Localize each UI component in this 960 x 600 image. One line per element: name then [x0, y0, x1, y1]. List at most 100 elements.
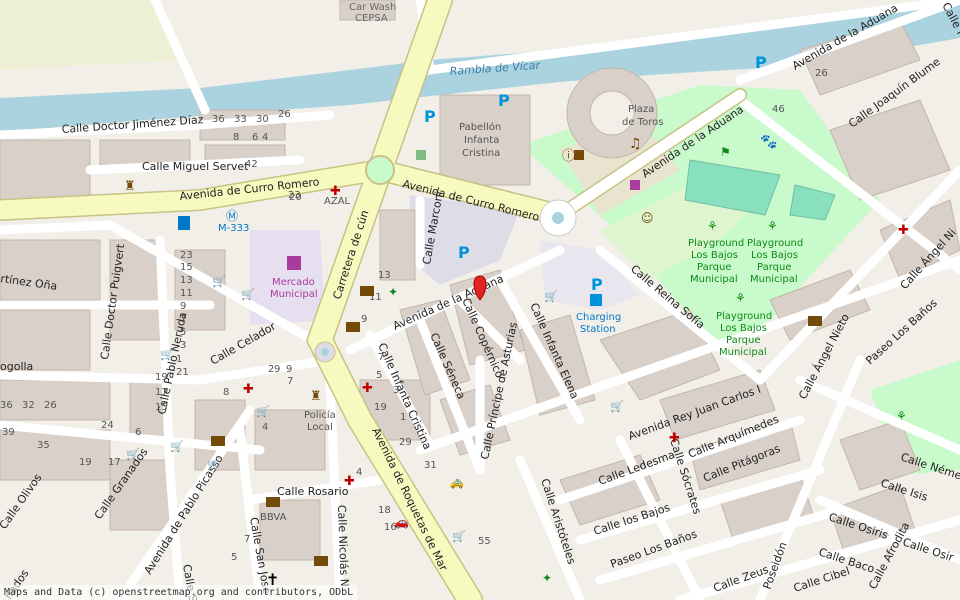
house-number: 55	[478, 536, 491, 547]
house-number: 36	[212, 114, 225, 125]
bus-stop-icon[interactable]	[178, 216, 190, 230]
parking-icon[interactable]: P	[424, 107, 436, 126]
house-number: 1	[176, 354, 182, 365]
pharmacy-icon[interactable]: ✚	[669, 431, 680, 446]
label-playground-a1: Playground	[688, 238, 744, 249]
house-number: 5	[231, 552, 237, 563]
house-number: 23	[288, 190, 301, 201]
atm-icon[interactable]	[346, 322, 360, 332]
map-canvas[interactable]: Calle Doctor Jiménez Díaz Calle Miguel S…	[0, 0, 960, 600]
house-number: 7	[287, 376, 293, 387]
playground-icon[interactable]: ⚘	[896, 409, 907, 423]
house-number: 39	[2, 427, 15, 438]
label-mercado: Mercado	[272, 277, 315, 288]
house-number: 23	[180, 250, 193, 261]
house-number: 24	[101, 420, 114, 431]
label-pabellon: Pabellón	[459, 121, 501, 133]
label-pabellon-3: Cristina	[462, 148, 500, 159]
playground-icon[interactable]: ⚘	[735, 291, 746, 305]
building	[259, 499, 321, 561]
atm-icon[interactable]	[360, 286, 374, 296]
atm-icon[interactable]	[211, 436, 225, 446]
house-number: 13	[378, 270, 391, 281]
shop-icon[interactable]: 🛒	[256, 405, 270, 418]
playground-icon[interactable]: ⚘	[707, 219, 718, 233]
house-number: 6	[252, 132, 258, 143]
bank-icon[interactable]	[266, 497, 280, 507]
house-number: 11	[180, 288, 193, 299]
person-icon[interactable]: ♜	[124, 179, 136, 194]
house-number: 30	[256, 114, 269, 125]
sports-icon[interactable]: ⚑	[720, 145, 731, 159]
house-number: 15	[180, 262, 193, 273]
theatre-masks-icon[interactable]: ☺	[641, 211, 654, 225]
shop-icon[interactable]: 🛒	[241, 288, 255, 301]
roundabout-north	[365, 155, 395, 185]
pharmacy-icon[interactable]: ✚	[344, 474, 355, 489]
house-number: 33	[234, 114, 247, 125]
house-number: 13	[180, 275, 193, 286]
label-playground-a2: Los Bajos	[691, 250, 738, 261]
house-number: 8	[223, 387, 229, 398]
info-icon[interactable]: ⓘ	[562, 149, 575, 164]
house-number: 29	[399, 437, 412, 448]
marketplace-icon[interactable]	[287, 256, 301, 270]
metro-icon[interactable]: Ⓜ	[226, 209, 238, 223]
house-number: 9	[180, 301, 186, 312]
label-m333: M-333	[218, 223, 249, 234]
roundabout-fountain	[552, 212, 564, 224]
label-playground-a4: Municipal	[690, 274, 738, 285]
house-number: 46	[772, 104, 785, 115]
label-playground-b4: Municipal	[750, 274, 798, 285]
taxi-icon[interactable]: 🚕	[449, 475, 464, 489]
house-number: 7	[378, 352, 384, 363]
pharmacy-icon[interactable]: ✚	[243, 382, 254, 397]
shop-icon[interactable]: 🛒	[610, 400, 624, 413]
parking-icon[interactable]: P	[498, 91, 510, 110]
shop-icon[interactable]: 🛒	[160, 348, 174, 361]
label-cepsa: CEPSA	[355, 13, 388, 24]
playground-icon[interactable]: ⚘	[767, 219, 778, 233]
house-number: 15	[155, 402, 168, 413]
shop-icon[interactable]: 🛒	[126, 448, 140, 461]
house-number: 5	[376, 370, 382, 381]
shop-icon[interactable]: 🛒	[170, 440, 184, 453]
label-plaza-toros-2: de Toros	[622, 117, 663, 128]
parking-icon[interactable]: P	[591, 275, 603, 294]
label-charging-2: Station	[580, 324, 616, 335]
shop-icon[interactable]: 🛒	[207, 458, 221, 471]
fitness-icon[interactable]: ✦	[542, 571, 552, 585]
atm-icon[interactable]	[314, 556, 328, 566]
house-number: 36	[0, 400, 13, 411]
theatre-icon[interactable]	[630, 180, 640, 190]
charging-station-icon[interactable]	[590, 294, 602, 306]
health-icon[interactable]: ✚	[898, 223, 909, 238]
museum-icon[interactable]	[574, 150, 584, 160]
house-number: 18	[378, 505, 391, 516]
car-icon[interactable]: 🚗	[394, 515, 409, 529]
fountain-icon[interactable]	[416, 150, 426, 160]
pharmacy-icon[interactable]: ✚	[330, 184, 341, 199]
house-number: 8	[233, 132, 239, 143]
music-icon[interactable]: ♫	[629, 136, 642, 152]
label-ogolla: ogolla	[0, 360, 33, 373]
shop-icon[interactable]: 🛒	[544, 290, 558, 303]
house-number: 31	[424, 460, 437, 471]
house-number: 19	[374, 402, 387, 413]
fitness-icon[interactable]: ✦	[388, 285, 398, 299]
post-office-icon[interactable]	[808, 316, 822, 326]
police-icon[interactable]: ♜	[310, 389, 322, 404]
map-view[interactable]: Calle Doctor Jiménez Díaz Calle Miguel S…	[0, 0, 960, 600]
house-number: 9	[361, 314, 367, 325]
label-rosario: Calle Rosario	[277, 485, 349, 498]
label-playground-c2: Los Bajos	[720, 323, 767, 334]
shop-icon[interactable]: 🛒	[452, 530, 466, 543]
dog-park-icon[interactable]: 🐾	[760, 134, 777, 150]
parking-icon[interactable]: P	[458, 243, 470, 262]
label-playground-b1: Playground	[747, 238, 803, 249]
building	[0, 139, 91, 201]
parking-icon[interactable]: P	[755, 53, 767, 72]
pharmacy-icon[interactable]: ✚	[362, 381, 373, 396]
label-playground-b2: Los Bajos	[751, 250, 798, 261]
shop-icon[interactable]: 🛒	[212, 275, 226, 288]
